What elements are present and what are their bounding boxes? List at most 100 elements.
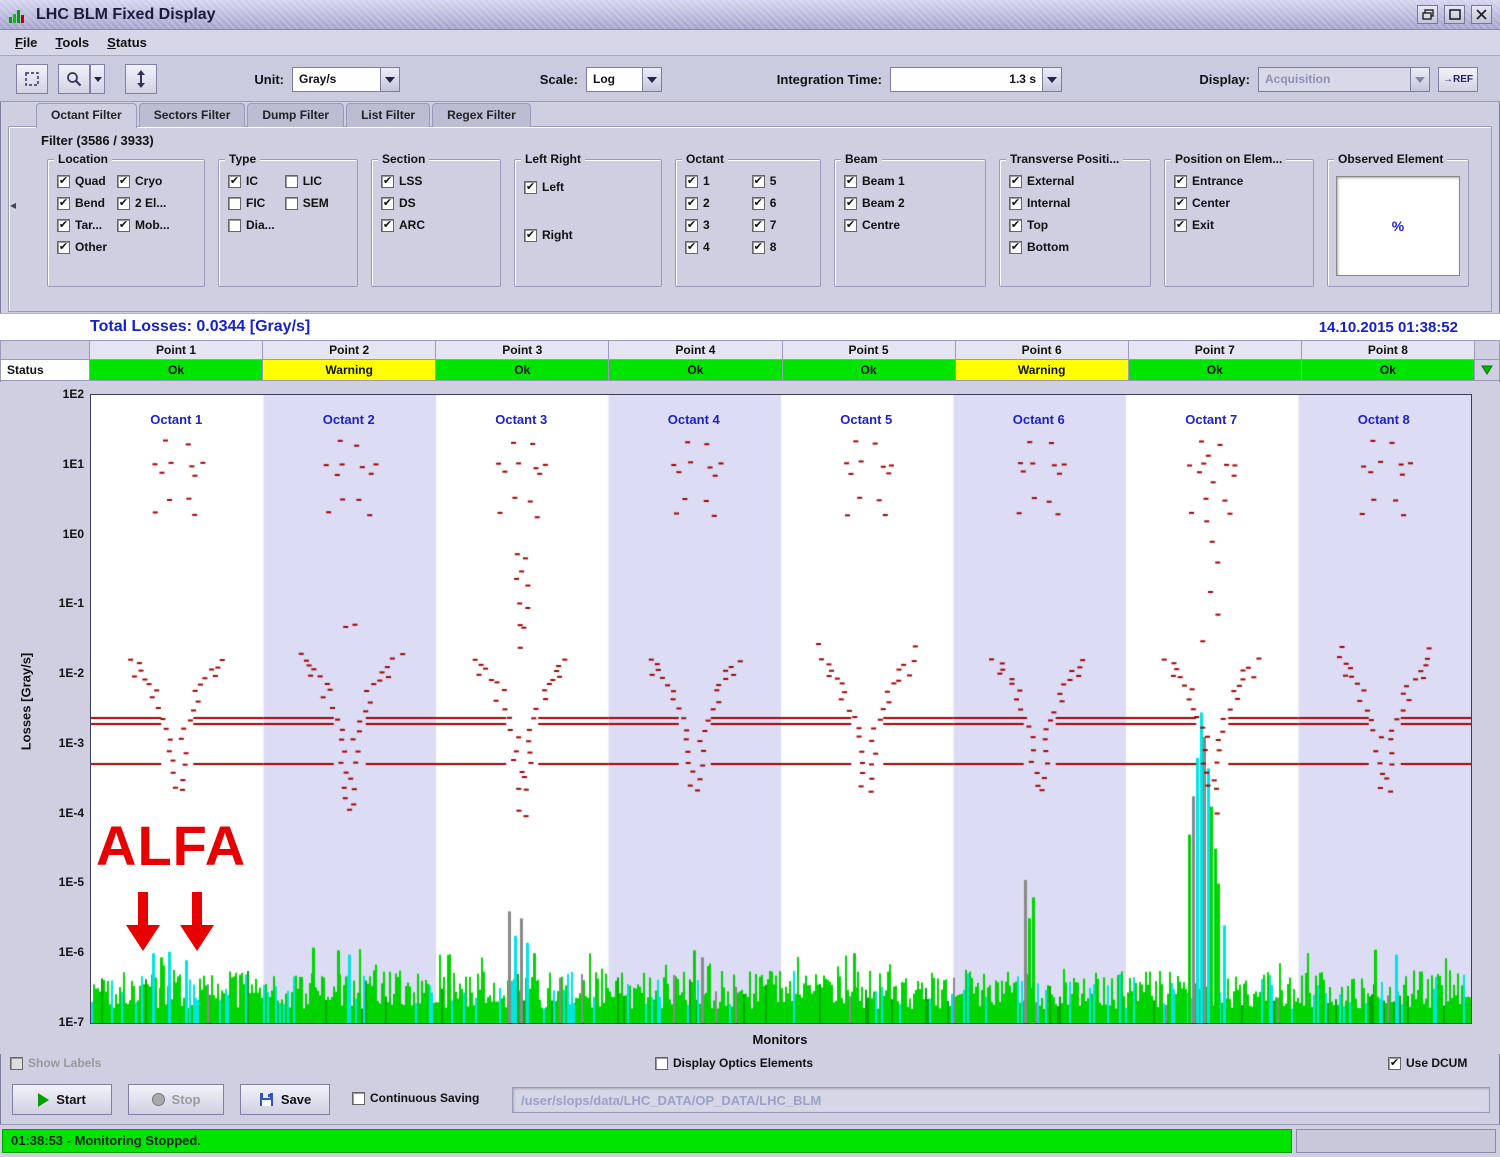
checkbox-box: ✔: [1174, 219, 1187, 232]
section-checkbox-lss[interactable]: ✔LSS: [381, 174, 425, 188]
checkbox-box: ✔: [228, 175, 241, 188]
menu-tools[interactable]: Tools: [46, 32, 98, 53]
total-losses-text: Total Losses: 0.0344 [Gray/s]: [90, 318, 310, 336]
checkbox-box: [285, 197, 298, 210]
table-scroll-indicator[interactable]: [1474, 359, 1500, 381]
position-on-elem-checkbox-entrance[interactable]: ✔Entrance: [1174, 174, 1243, 188]
type-checkbox-sem[interactable]: SEM: [285, 196, 329, 210]
beam-checkbox-beam-2[interactable]: ✔Beam 2: [844, 196, 905, 210]
title-bar[interactable]: LHC BLM Fixed Display: [0, 0, 1500, 30]
type-checkbox-lic[interactable]: LIC: [285, 174, 329, 188]
checkbox-box: [228, 219, 241, 232]
checkbox-label: 2 El...: [135, 196, 166, 210]
section-checkbox-arc[interactable]: ✔ARC: [381, 218, 425, 232]
display-optics-elements-checkbox[interactable]: Display Optics Elements: [655, 1056, 813, 1070]
continuous-saving-checkbox[interactable]: Continuous Saving: [352, 1091, 479, 1105]
point-header-2: Point 2: [262, 340, 436, 360]
magnifier-button[interactable]: [58, 64, 90, 94]
octant-checkbox-7[interactable]: ✔7: [752, 218, 777, 232]
tab-octant-filter[interactable]: Octant Filter: [36, 103, 137, 128]
zoom-region-button[interactable]: [16, 64, 48, 94]
status-point-3: Ok: [435, 359, 609, 381]
transverse-positi-checkbox-external[interactable]: ✔External: [1009, 174, 1074, 188]
tab-sectors-filter[interactable]: Sectors Filter: [139, 103, 246, 127]
location-checkbox-tar[interactable]: ✔Tar...: [57, 218, 107, 232]
type-checkbox-ic[interactable]: ✔IC: [228, 174, 275, 188]
checkbox-label: Entrance: [1192, 174, 1243, 188]
position-on-elem-checkbox-center[interactable]: ✔Center: [1174, 196, 1243, 210]
location-checkbox-other[interactable]: ✔Other: [57, 240, 107, 254]
restore-window-button[interactable]: [1417, 5, 1438, 24]
checkbox-box: [10, 1057, 23, 1070]
octant-checkbox-6[interactable]: ✔6: [752, 196, 777, 210]
menu-file[interactable]: File: [6, 32, 46, 53]
ref-button[interactable]: →REF: [1438, 67, 1478, 92]
location-checkbox-cryo[interactable]: ✔Cryo: [117, 174, 170, 188]
unit-combo-arrow-icon[interactable]: [380, 68, 399, 91]
scale-combo-arrow-icon[interactable]: [642, 68, 661, 91]
stop-button[interactable]: Stop: [128, 1084, 224, 1115]
section-checkbox-ds[interactable]: ✔DS: [381, 196, 425, 210]
location-checkbox-mob[interactable]: ✔Mob...: [117, 218, 170, 232]
display-combo-arrow-icon: [1410, 68, 1429, 91]
beam-checkbox-beam-1[interactable]: ✔Beam 1: [844, 174, 905, 188]
magnifier-dropdown-button[interactable]: [90, 64, 105, 94]
octant-checkbox-1[interactable]: ✔1: [685, 174, 710, 188]
filter-panel: Filter (3586 / 3933) Location✔Quad✔Bend✔…: [8, 126, 1492, 312]
left-right-checkbox-left[interactable]: ✔Left: [524, 180, 573, 194]
octant-checkbox-2[interactable]: ✔2: [685, 196, 710, 210]
position-on-elem-checkbox-exit[interactable]: ✔ Exit: [1174, 218, 1243, 232]
y-axis-label: Losses [Gray/s]: [19, 612, 34, 792]
octant-checkbox-3[interactable]: ✔3: [685, 218, 710, 232]
tab-regex-filter[interactable]: Regex Filter: [432, 103, 531, 127]
filter-group-octant: Octant✔1✔2✔3✔4✔5✔6✔7✔8: [675, 159, 821, 287]
transverse-positi-checkbox-bottom[interactable]: ✔Bottom: [1009, 240, 1074, 254]
octant-checkbox-5[interactable]: ✔5: [752, 174, 777, 188]
filter-title: Filter (3586 / 3933): [41, 133, 154, 148]
vertical-zoom-button[interactable]: [125, 64, 157, 94]
y-tick-1e1: 1E1: [26, 457, 84, 471]
scale-combobox[interactable]: Log: [586, 67, 662, 92]
tab-list-filter[interactable]: List Filter: [346, 103, 430, 127]
integration-time-combobox[interactable]: 1.3 s: [890, 67, 1062, 92]
location-checkbox-bend[interactable]: ✔Bend: [57, 196, 107, 210]
maximize-window-button[interactable]: [1444, 5, 1465, 24]
y-tick-1e-4: 1E-4: [26, 806, 84, 820]
start-button[interactable]: Start: [12, 1084, 112, 1115]
unit-combobox[interactable]: Gray/s: [292, 67, 400, 92]
scale-label: Scale:: [526, 72, 578, 88]
menu-status[interactable]: Status: [98, 32, 156, 53]
beam-checkbox-centre[interactable]: ✔Centre: [844, 218, 905, 232]
close-window-button[interactable]: [1471, 5, 1492, 24]
checkbox-box: ✔: [57, 197, 70, 210]
type-checkbox-dia[interactable]: Dia...: [228, 218, 275, 232]
left-right-checkbox-right[interactable]: ✔Right: [524, 228, 573, 242]
type-checkbox-fic[interactable]: FIC: [228, 196, 275, 210]
octant-checkbox-8[interactable]: ✔8: [752, 240, 777, 254]
checkbox-label: ARC: [399, 218, 425, 232]
transverse-positi-checkbox-top[interactable]: ✔Top: [1009, 218, 1074, 232]
status-point-8: Ok: [1301, 359, 1475, 381]
checkbox-box: ✔: [524, 181, 537, 194]
collapse-panel-arrow[interactable]: ◂: [10, 198, 16, 212]
point-header-8: Point 8: [1301, 340, 1475, 360]
status-point-2: Warning: [262, 359, 436, 381]
tab-dump-filter[interactable]: Dump Filter: [247, 103, 344, 127]
octant-checkbox-4[interactable]: ✔4: [685, 240, 710, 254]
observed-element-box[interactable]: %: [1336, 176, 1460, 276]
checkbox-label: Beam 2: [862, 196, 905, 210]
location-checkbox-quad[interactable]: ✔Quad: [57, 174, 107, 188]
location-checkbox-2-el[interactable]: ✔2 El...: [117, 196, 170, 210]
use-dcum-checkbox[interactable]: ✔ Use DCUM: [1388, 1056, 1467, 1070]
integration-combo-arrow-icon[interactable]: [1042, 68, 1061, 91]
save-path-field[interactable]: [512, 1087, 1490, 1113]
group-title: Transverse Positi...: [1006, 152, 1123, 166]
octant-label-6: Octant 6: [969, 412, 1109, 427]
save-button[interactable]: Save: [240, 1084, 330, 1115]
transverse-positi-checkbox-internal[interactable]: ✔Internal: [1009, 196, 1074, 210]
octant-label-4: Octant 4: [624, 412, 764, 427]
checkbox-box: ✔: [844, 219, 857, 232]
checkbox-label: Exit: [1192, 218, 1214, 232]
plot-canvas[interactable]: [90, 394, 1472, 1024]
checkbox-label: 5: [770, 174, 777, 188]
